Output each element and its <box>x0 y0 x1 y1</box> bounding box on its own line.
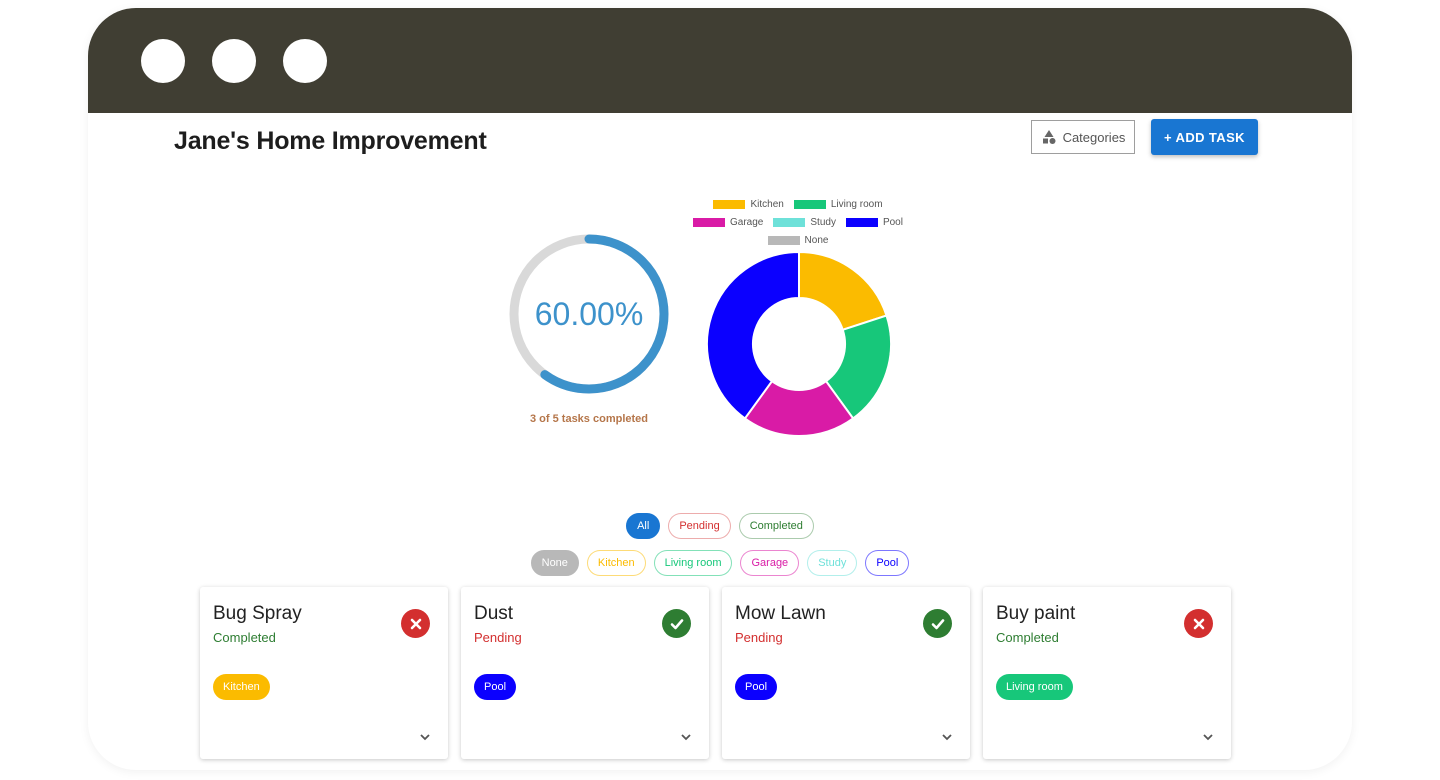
expand-icon[interactable] <box>940 730 954 744</box>
categories-button-label: Categories <box>1062 129 1126 145</box>
window-control-maximize[interactable] <box>283 39 327 83</box>
legend-label: Pool <box>882 216 903 228</box>
task-card: Bug Spray Completed Kitchen <box>200 587 448 759</box>
expand-icon[interactable] <box>418 730 432 744</box>
cancel-icon[interactable] <box>1184 609 1213 638</box>
progress-caption: 3 of 5 tasks completed <box>530 413 648 425</box>
category-filter-garage[interactable]: Garage <box>740 550 800 576</box>
task-status: Completed <box>213 630 276 645</box>
window-control-close[interactable] <box>141 39 185 83</box>
progress-percentage: 60.00% <box>534 295 644 332</box>
legend-item[interactable]: Kitchen <box>713 198 784 210</box>
legend-swatch <box>693 217 726 227</box>
legend-item[interactable]: Pool <box>845 216 903 228</box>
expand-icon[interactable] <box>679 730 693 744</box>
legend-item[interactable]: Garage <box>693 217 763 228</box>
task-card: Buy paint Completed Living room <box>983 587 1231 759</box>
legend-label: Living room <box>830 198 883 210</box>
task-card: Dust Pending Pool <box>461 587 709 759</box>
task-title: Dust <box>474 603 514 624</box>
category-filter-pool[interactable]: Pool <box>865 550 910 576</box>
cancel-icon[interactable] <box>401 609 430 638</box>
browser-window: Jane's Home Improvement Categories + ADD… <box>88 8 1352 770</box>
category-filter-group: None Kitchen Living room Garage Study Pool <box>88 550 1352 576</box>
category-filter-none[interactable]: None <box>530 550 579 576</box>
donut-slice-kitchen[interactable] <box>798 251 888 332</box>
task-card: Mow Lawn Pending Pool <box>722 587 970 759</box>
status-filter-group: All Pending Completed <box>88 513 1352 539</box>
window-control-minimize[interactable] <box>212 39 256 83</box>
check-circle-icon[interactable] <box>662 609 691 638</box>
category-donut-chart <box>706 251 892 437</box>
task-category-tag: Kitchen <box>213 674 270 700</box>
category-filter-living-room[interactable]: Living room <box>653 550 733 576</box>
legend-label: Kitchen <box>750 198 784 210</box>
page-title: Jane's Home Improvement <box>174 127 487 155</box>
chart-legend: Kitchen Living room Garage Study Pool None <box>648 195 948 249</box>
add-task-button[interactable]: + ADD TASK <box>1151 119 1258 155</box>
legend-swatch <box>767 235 800 245</box>
legend-swatch <box>713 199 746 209</box>
task-category-tag: Pool <box>735 674 778 700</box>
legend-swatch <box>773 217 806 227</box>
status-filter-all[interactable]: All <box>626 513 661 539</box>
legend-label: Garage <box>730 216 764 228</box>
app-content: Jane's Home Improvement Categories + ADD… <box>88 113 1352 770</box>
shapes-icon <box>1042 130 1056 144</box>
legend-item[interactable]: Living room <box>793 198 883 210</box>
legend-item[interactable]: Study <box>773 217 836 228</box>
legend-swatch <box>793 199 826 209</box>
expand-icon[interactable] <box>1201 730 1215 744</box>
task-status: Completed <box>996 630 1059 645</box>
legend-swatch <box>845 217 878 227</box>
category-filter-study[interactable]: Study <box>807 550 858 576</box>
task-status: Pending <box>474 630 522 645</box>
status-filter-completed[interactable]: Completed <box>738 513 814 539</box>
task-category-tag: Pool <box>474 674 517 700</box>
task-category-tag: Living room <box>996 674 1073 700</box>
task-title: Bug Spray <box>213 603 302 624</box>
legend-label: Study <box>810 216 836 228</box>
task-title: Buy paint <box>996 603 1076 624</box>
task-title: Mow Lawn <box>735 603 826 624</box>
status-filter-pending[interactable]: Pending <box>668 513 731 539</box>
legend-label: None <box>804 234 829 246</box>
progress-ring: 60.00% <box>506 231 672 397</box>
legend-item[interactable]: None <box>767 234 829 246</box>
window-titlebar <box>88 8 1352 113</box>
categories-button[interactable]: Categories <box>1031 120 1135 154</box>
task-status: Pending <box>735 630 783 645</box>
check-circle-icon[interactable] <box>923 609 952 638</box>
category-filter-kitchen[interactable]: Kitchen <box>586 550 646 576</box>
